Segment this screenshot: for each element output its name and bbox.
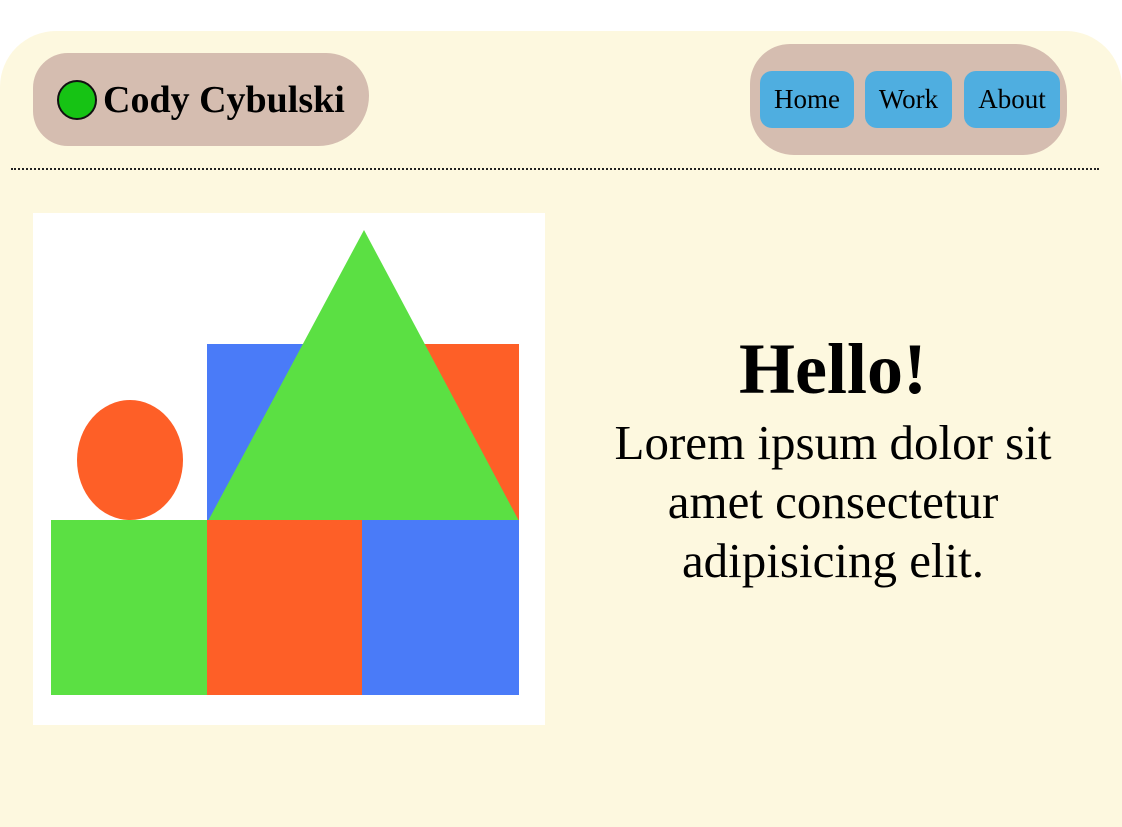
geometric-shapes-illustration bbox=[51, 230, 519, 695]
page-container: Cody Cybulski Home Work About Hello! Lor… bbox=[0, 31, 1122, 827]
header-divider bbox=[11, 168, 1099, 170]
hero-body: Lorem ipsum dolor sit amet consectetur a… bbox=[614, 415, 1052, 588]
nav-work-button[interactable]: Work bbox=[865, 71, 952, 128]
hero-text: Hello! Lorem ipsum dolor sit amet consec… bbox=[573, 327, 1093, 590]
brand-name: Cody Cybulski bbox=[103, 78, 345, 121]
main-nav: Home Work About bbox=[750, 44, 1067, 155]
bottom-orange-square bbox=[207, 520, 363, 695]
hero-title: Hello! bbox=[739, 329, 927, 409]
orange-circle bbox=[77, 400, 183, 520]
nav-home-button[interactable]: Home bbox=[760, 71, 854, 128]
logo-dot-icon bbox=[57, 79, 97, 120]
nav-about-button[interactable]: About bbox=[964, 71, 1060, 128]
bottom-blue-square bbox=[362, 520, 519, 695]
hero-image bbox=[33, 213, 545, 725]
brand[interactable]: Cody Cybulski bbox=[33, 53, 369, 146]
bottom-green-square bbox=[51, 520, 208, 695]
